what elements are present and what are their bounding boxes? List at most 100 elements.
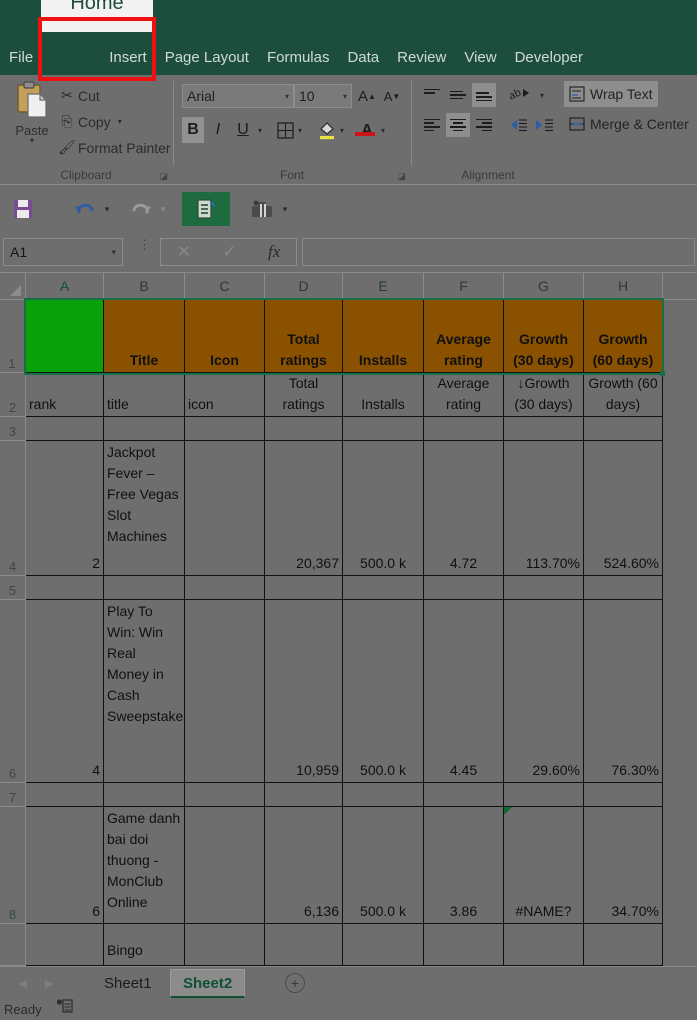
tab-review[interactable]: Review xyxy=(388,41,455,75)
cell-E1[interactable]: Installs xyxy=(343,300,424,373)
font-color-caret-icon[interactable]: ▾ xyxy=(377,117,389,143)
formula-input[interactable] xyxy=(302,238,695,266)
align-left-button[interactable] xyxy=(420,113,444,137)
grow-font-button[interactable]: A ▲ xyxy=(356,83,378,109)
insert-function-icon[interactable]: fx xyxy=(268,242,280,262)
cell-A7[interactable] xyxy=(26,783,104,807)
font-size-input[interactable]: 10 ▾ xyxy=(294,84,352,108)
cell-E7[interactable] xyxy=(343,783,424,807)
align-center-button[interactable] xyxy=(446,113,470,137)
cell-H4[interactable]: 524.60% xyxy=(584,441,663,576)
select-all-corner[interactable] xyxy=(0,273,26,300)
tab-formulas[interactable]: Formulas xyxy=(258,41,339,75)
column-header-f[interactable]: F xyxy=(424,273,504,300)
orientation-button[interactable]: ab xyxy=(506,83,536,107)
cell-H6[interactable]: 76.30% xyxy=(584,600,663,783)
row-header-1[interactable]: 1 xyxy=(0,300,26,373)
align-bottom-button[interactable] xyxy=(472,83,496,107)
column-header-g[interactable]: G xyxy=(504,273,584,300)
align-middle-button[interactable] xyxy=(446,83,470,107)
font-name-caret-icon[interactable]: ▾ xyxy=(285,92,289,101)
align-top-button[interactable] xyxy=(420,83,444,107)
cell-H1[interactable]: Growth (60 days) xyxy=(584,300,663,373)
cell-B7[interactable] xyxy=(104,783,185,807)
custom-green-tool-button[interactable] xyxy=(182,192,230,226)
column-header-e[interactable]: E xyxy=(343,273,424,300)
underline-button[interactable]: U xyxy=(232,117,254,143)
cell-C4[interactable] xyxy=(185,441,265,576)
row-header-7[interactable]: 7 xyxy=(0,783,26,807)
cell-B8[interactable]: Game danh bai doi thuong - MonClub Onlin… xyxy=(104,807,185,924)
cell-E6[interactable]: 500.0 k xyxy=(343,600,424,783)
cell-E3[interactable] xyxy=(343,417,424,441)
tools-button[interactable] xyxy=(246,192,278,226)
paste-dropdown-caret-icon[interactable]: ▾ xyxy=(30,137,34,145)
cell-F3[interactable] xyxy=(424,417,504,441)
tools-dropdown-caret-icon[interactable]: ▾ xyxy=(278,192,292,226)
cell-H7[interactable] xyxy=(584,783,663,807)
tab-file[interactable]: File xyxy=(0,41,42,75)
row-header-3[interactable]: 3 xyxy=(0,417,26,441)
font-size-caret-icon[interactable]: ▾ xyxy=(343,92,347,101)
cell-G2[interactable]: ↓Growth (30 days) xyxy=(504,373,584,417)
decrease-indent-button[interactable] xyxy=(506,113,530,137)
cell-F2[interactable]: Average rating xyxy=(424,373,504,417)
cell-E2[interactable]: Installs xyxy=(343,373,424,417)
cell-A3[interactable] xyxy=(26,417,104,441)
cell-H3[interactable] xyxy=(584,417,663,441)
cell-G3[interactable] xyxy=(504,417,584,441)
cell-A9[interactable] xyxy=(26,924,104,966)
confirm-formula-icon[interactable]: ✓ xyxy=(222,242,236,262)
cell-D4[interactable]: 20,367 xyxy=(265,441,343,576)
column-header-i[interactable] xyxy=(663,273,697,300)
cell-C6[interactable] xyxy=(185,600,265,783)
sheet-tab-sheet2[interactable]: Sheet2 xyxy=(170,969,246,998)
row-header-4[interactable]: 4 xyxy=(0,441,26,576)
cell-F1[interactable]: Average rating xyxy=(424,300,504,373)
cell-D6[interactable]: 10,959 xyxy=(265,600,343,783)
cell-B5[interactable] xyxy=(104,576,185,600)
prev-sheet-button[interactable]: ◀ xyxy=(12,974,34,992)
tab-page-layout[interactable]: Page Layout xyxy=(156,41,258,75)
increase-indent-button[interactable] xyxy=(532,113,556,137)
column-header-a[interactable]: A xyxy=(26,273,104,300)
cell-H2[interactable]: Growth (60 days) xyxy=(584,373,663,417)
row-header-9[interactable] xyxy=(0,924,26,966)
cell-B9[interactable]: Bingo xyxy=(104,924,185,966)
align-right-button[interactable] xyxy=(472,113,496,137)
undo-button[interactable] xyxy=(70,192,100,226)
cell-G8[interactable]: #NAME? xyxy=(504,807,584,924)
cell-D1[interactable]: Total ratings xyxy=(265,300,343,373)
cell-B2[interactable]: title xyxy=(104,373,185,417)
cell-D8[interactable]: 6,136 xyxy=(265,807,343,924)
cancel-formula-icon[interactable]: ✕ xyxy=(177,242,191,262)
name-box-caret-icon[interactable]: ▾ xyxy=(111,247,116,258)
accessibility-icon[interactable] xyxy=(56,999,73,1019)
undo-dropdown-caret-icon[interactable]: ▾ xyxy=(100,192,114,226)
cell-A5[interactable] xyxy=(26,576,104,600)
cell-C3[interactable] xyxy=(185,417,265,441)
cell-C9[interactable] xyxy=(185,924,265,966)
underline-dropdown-caret-icon[interactable]: ▾ xyxy=(254,117,266,143)
paste-button[interactable]: Paste ▾ xyxy=(6,81,58,159)
merge-center-button[interactable]: Merge & Center xyxy=(564,111,694,137)
cell-D2[interactable]: Total ratings xyxy=(265,373,343,417)
cell-F5[interactable] xyxy=(424,576,504,600)
next-sheet-button[interactable]: ▶ xyxy=(38,974,60,992)
italic-button[interactable]: I xyxy=(207,117,229,143)
cell-C8[interactable] xyxy=(185,807,265,924)
cell-C2[interactable]: icon xyxy=(185,373,265,417)
borders-button[interactable] xyxy=(274,117,296,143)
tab-developer[interactable]: Developer xyxy=(506,41,592,75)
row-header-6[interactable]: 6 xyxy=(0,600,26,783)
shrink-font-button[interactable]: A ▼ xyxy=(381,83,403,109)
add-sheet-button[interactable]: + xyxy=(285,973,305,993)
font-name-input[interactable]: Arial ▾ xyxy=(182,84,294,108)
cell-G4[interactable]: 113.70% xyxy=(504,441,584,576)
tab-home[interactable]: Home xyxy=(41,0,153,32)
fill-color-button[interactable] xyxy=(316,117,338,143)
cell-G7[interactable] xyxy=(504,783,584,807)
redo-dropdown-caret-icon[interactable]: ▾ xyxy=(156,192,170,226)
formula-bar-grip[interactable]: ⋮ xyxy=(138,238,151,251)
cell-A6[interactable]: 4 xyxy=(26,600,104,783)
